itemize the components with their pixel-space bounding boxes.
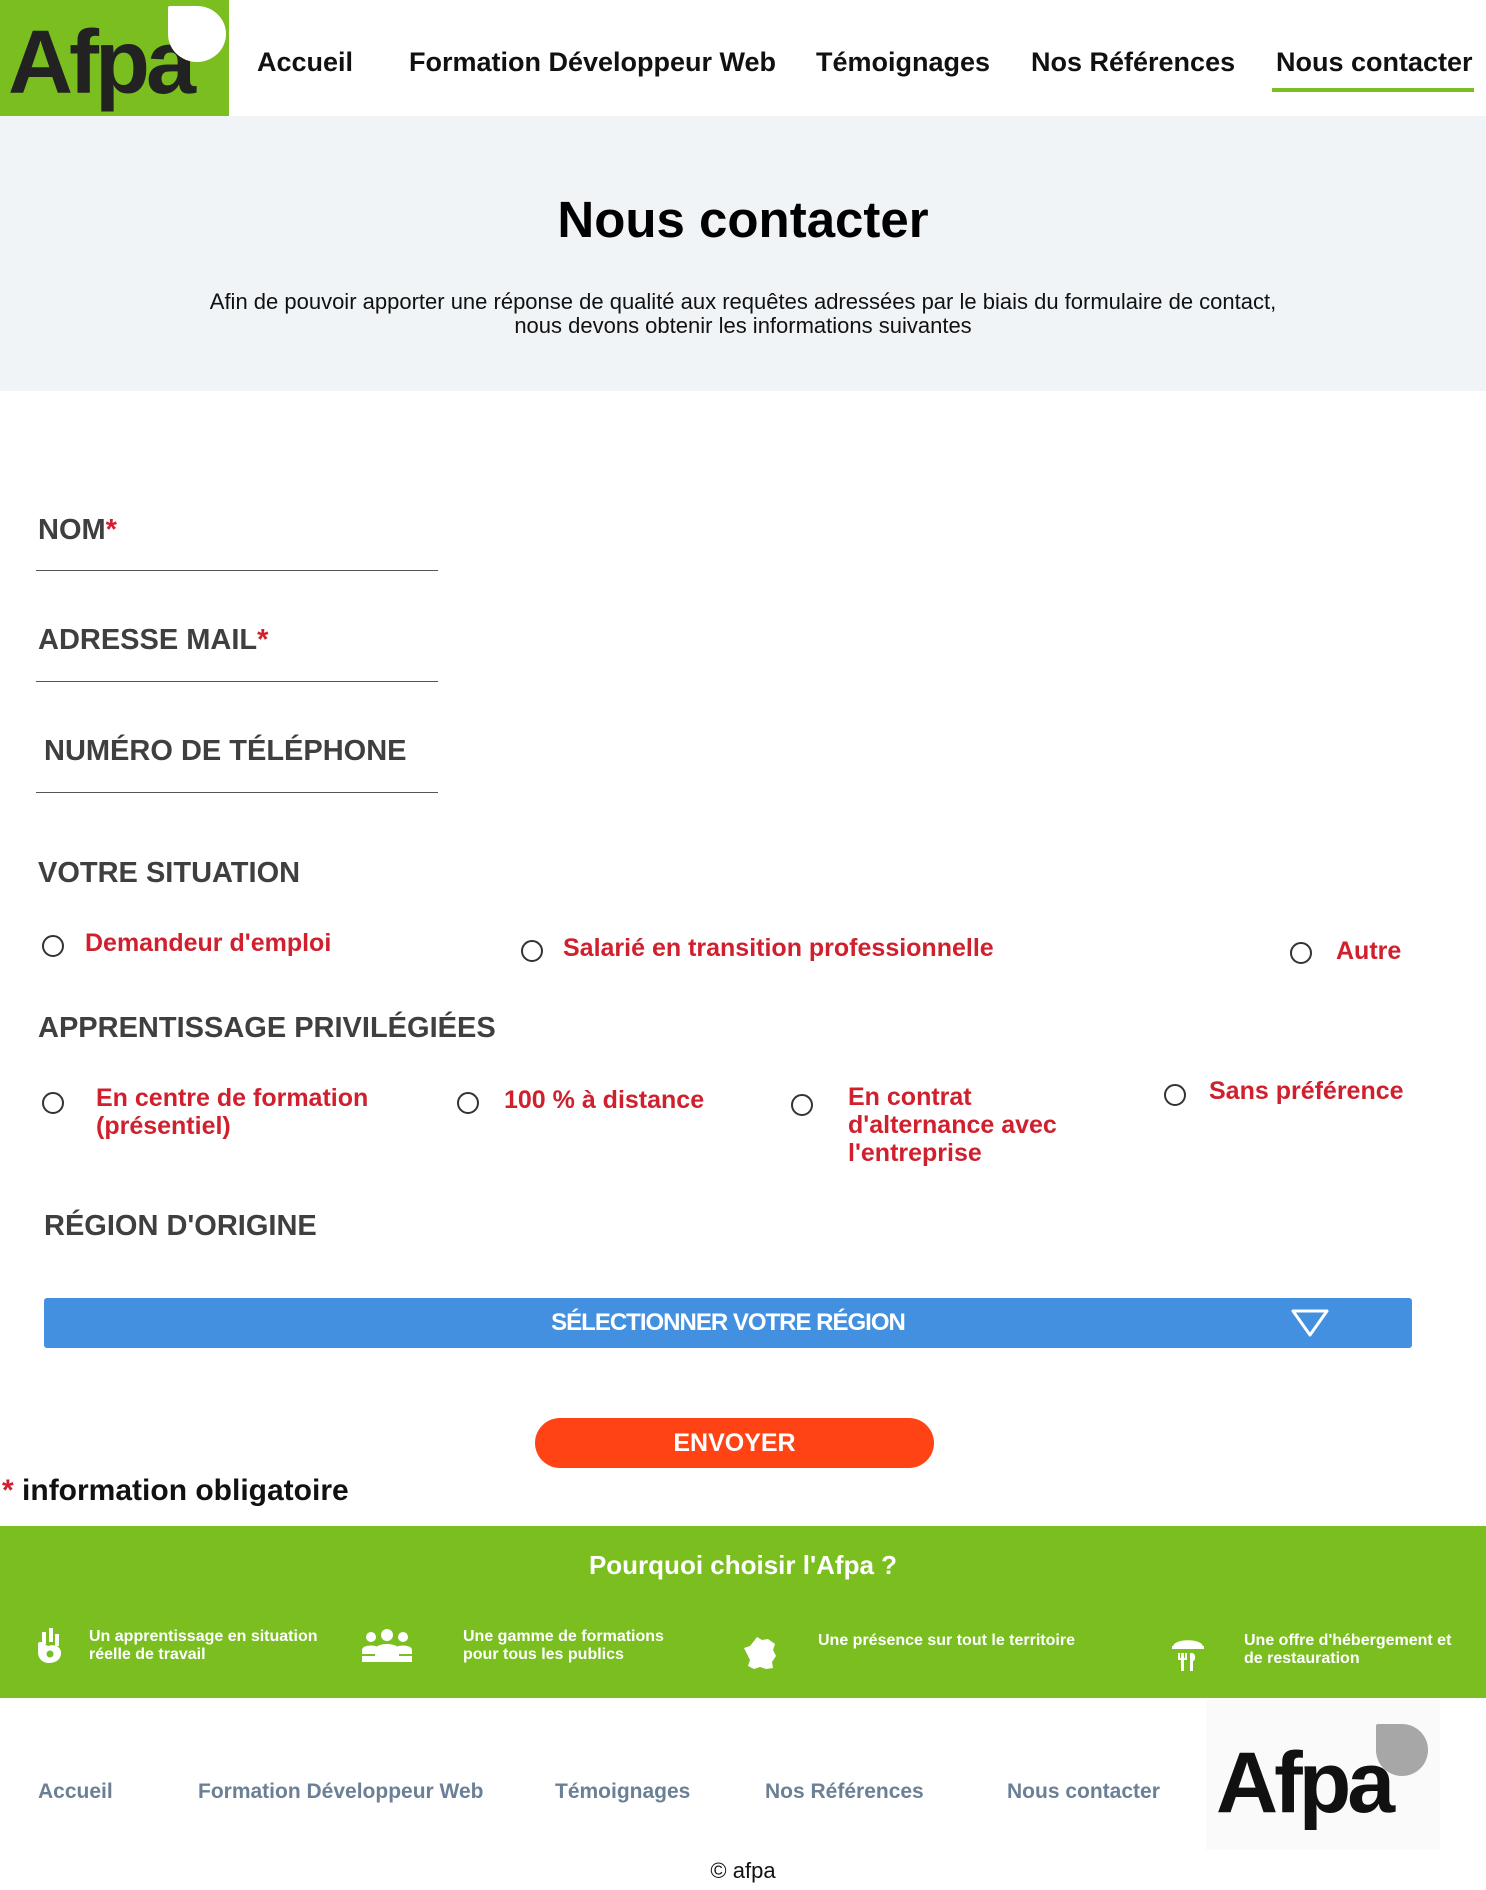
page-subtitle: Afin de pouvoir apporter une réponse de … [140,290,1346,338]
why-afpa-title: Pourquoi choisir l'Afpa ? [588,1550,898,1580]
footer-link-references[interactable]: Nos Références [765,1780,924,1804]
footer-logo-leaf-icon [1376,1724,1428,1776]
logo-text: Afpa [8,13,196,113]
radio-centre-formation[interactable] [42,1092,64,1114]
submit-button[interactable]: ENVOYER [535,1418,934,1468]
active-nav-indicator [1272,88,1474,92]
footer-logo-text: Afpa [1216,1735,1395,1831]
radio-salarie-transition[interactable] [521,940,543,962]
required-asterisk: * [105,514,117,546]
footer-link-formation[interactable]: Formation Développeur Web [198,1780,483,1804]
region-select-label: SÉLECTIONNER VOTRE RÉGION [551,1309,906,1336]
subtitle-line-2: nous devons obtenir les informations sui… [514,313,972,338]
region-label: RÉGION D'ORIGINE [44,1210,317,1242]
nom-label: NOM* [38,514,117,547]
email-input[interactable] [36,681,438,682]
hero-section [0,116,1486,391]
radio-alternance[interactable] [791,1094,813,1116]
situation-label: VOTRE SITUATION [38,857,301,889]
feature-4-text: Une offre d'hébergement et de restaurati… [1244,1632,1452,1667]
logo-leaf-icon [168,6,226,62]
feature-3-text: Une présence sur tout le territoire [818,1632,1075,1649]
apprentissage-label: APPRENTISSAGE PRIVILÉGIÉES [38,1012,496,1044]
copyright: © afpa [710,1858,776,1883]
nom-input[interactable] [36,570,438,571]
france-map-icon [744,1637,776,1669]
nav-nous-contacter[interactable]: Nous contacter [1276,47,1473,78]
nav-formation-developpeur-web[interactable]: Formation Développeur Web [409,47,776,78]
option-autre[interactable]: Autre [1336,937,1401,965]
radio-distance[interactable] [457,1092,479,1114]
mail-label-text: ADRESSE MAIL [38,624,258,656]
radio-demandeur-emploi[interactable] [42,935,64,957]
mail-label: ADRESSE MAIL* [38,624,268,657]
option-salarie-transition[interactable]: Salarié en transition professionnelle [563,934,994,962]
subtitle-line-1: Afin de pouvoir apporter une réponse de … [209,289,1277,314]
footer-afpa-logo[interactable]: Afpa [1206,1700,1440,1850]
nav-accueil[interactable]: Accueil [257,47,353,78]
nav-temoignages[interactable]: Témoignages [816,47,990,78]
option-distance[interactable]: 100 % à distance [504,1086,704,1114]
hand-ok-icon [38,1628,61,1663]
required-asterisk: * [257,624,269,656]
option-centre-formation[interactable]: En centre de formation (présentiel) [96,1084,396,1140]
option-sans-preference[interactable]: Sans préférence [1209,1077,1404,1105]
mandatory-note-text: information obligatoire [22,1474,349,1507]
nav-nos-references[interactable]: Nos Références [1031,47,1235,78]
restaurant-icon [1172,1640,1204,1671]
footer-link-contact[interactable]: Nous contacter [1007,1780,1160,1804]
page-title: Nous contacter [557,191,929,248]
required-asterisk: * [2,1474,14,1507]
nom-label-text: NOM [38,514,106,546]
feature-2-text: Une gamme de formations pour tous les pu… [463,1628,664,1663]
radio-sans-preference[interactable] [1164,1084,1186,1106]
telephone-input[interactable] [36,792,438,793]
people-group-icon [362,1629,412,1662]
option-alternance[interactable]: En contrat d'alternance avec l'entrepris… [848,1083,1080,1167]
footer-link-temoignages[interactable]: Témoignages [555,1780,690,1804]
footer-link-accueil[interactable]: Accueil [38,1780,113,1804]
feature-1-text: Un apprentissage en situation réelle de … [89,1628,318,1663]
region-select[interactable]: SÉLECTIONNER VOTRE RÉGION [44,1298,1412,1348]
afpa-logo[interactable]: Afpa [0,0,229,120]
triangle-down-icon [1291,1309,1329,1337]
radio-autre[interactable] [1290,942,1312,964]
mandatory-note: * information obligatoire [2,1474,349,1508]
telephone-label: NUMÉRO DE TÉLÉPHONE [44,735,407,767]
option-demandeur-emploi[interactable]: Demandeur d'emploi [85,929,331,957]
